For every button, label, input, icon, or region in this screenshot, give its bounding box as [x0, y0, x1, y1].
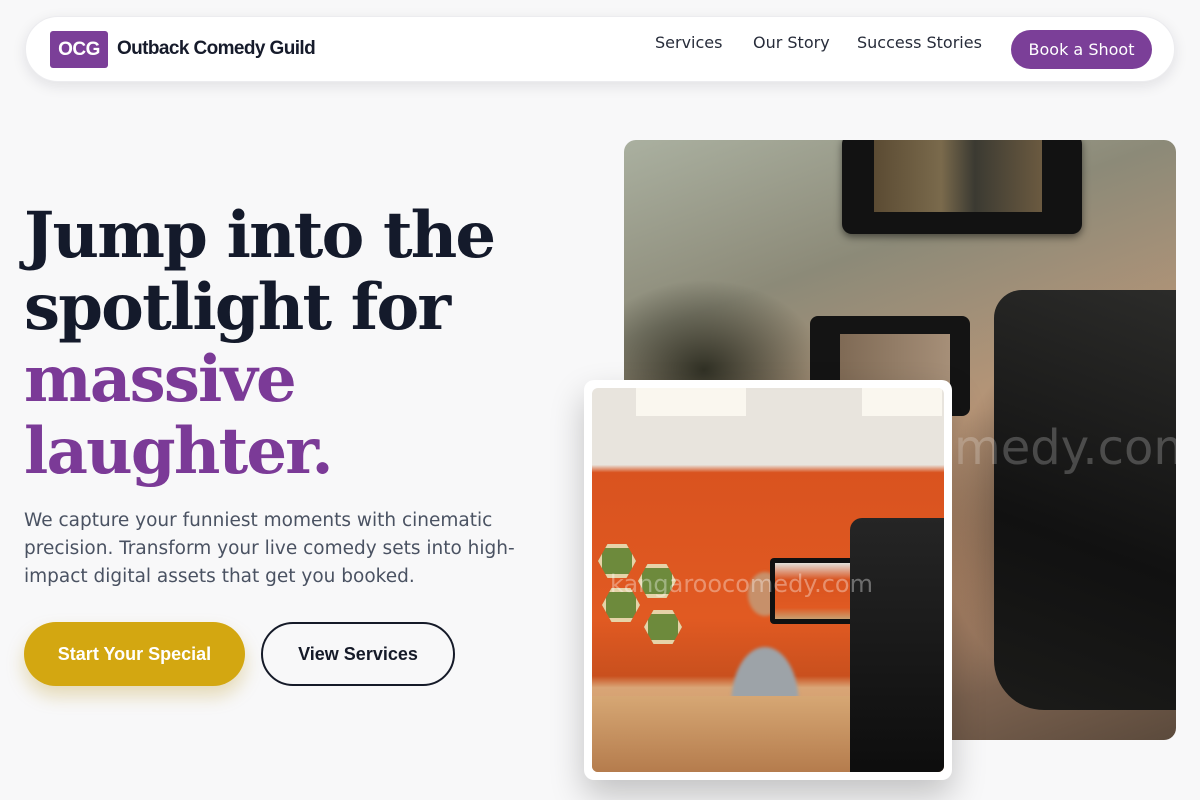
headline-line-1: Jump into the: [24, 198, 496, 273]
hero-subcopy: We capture your funniest moments with ci…: [24, 510, 515, 587]
headline-accent-1: massive: [24, 342, 297, 417]
monitor-screen: [874, 140, 1042, 212]
book-shoot-button[interactable]: Book a Shoot: [1011, 30, 1152, 69]
image-watermark: medy.com: [954, 420, 1176, 476]
nav-link-success-stories[interactable]: Success Stories: [857, 33, 982, 52]
studio-photo: kangaroocomedy.com: [592, 388, 944, 772]
ceiling-light: [862, 388, 942, 416]
nav-link-our-story[interactable]: Our Story: [753, 33, 830, 52]
nav-link-services[interactable]: Services: [655, 33, 722, 52]
brand-name[interactable]: Outback Comedy Guild: [117, 38, 316, 60]
hexagon-decor: [644, 610, 682, 644]
top-navbar: OCG Outback Comedy Guild Services Our St…: [25, 16, 1175, 82]
headline-line-2: spotlight for: [24, 270, 451, 345]
image-watermark: kangaroocomedy.com: [610, 570, 873, 598]
ceiling-light: [636, 388, 746, 416]
headline-accent-2: laughter.: [24, 414, 334, 489]
studio-photo-card: kangaroocomedy.com: [584, 380, 952, 780]
camera-body: [994, 290, 1176, 710]
start-your-special-button[interactable]: Start Your Special: [24, 622, 245, 686]
view-services-button[interactable]: View Services: [261, 622, 455, 686]
logo-badge[interactable]: OCG: [50, 31, 108, 68]
foreground-camera: [850, 518, 944, 772]
hero-headline: Jump into the spotlight for massive laug…: [24, 200, 544, 488]
camera-monitor-top: [842, 140, 1082, 234]
